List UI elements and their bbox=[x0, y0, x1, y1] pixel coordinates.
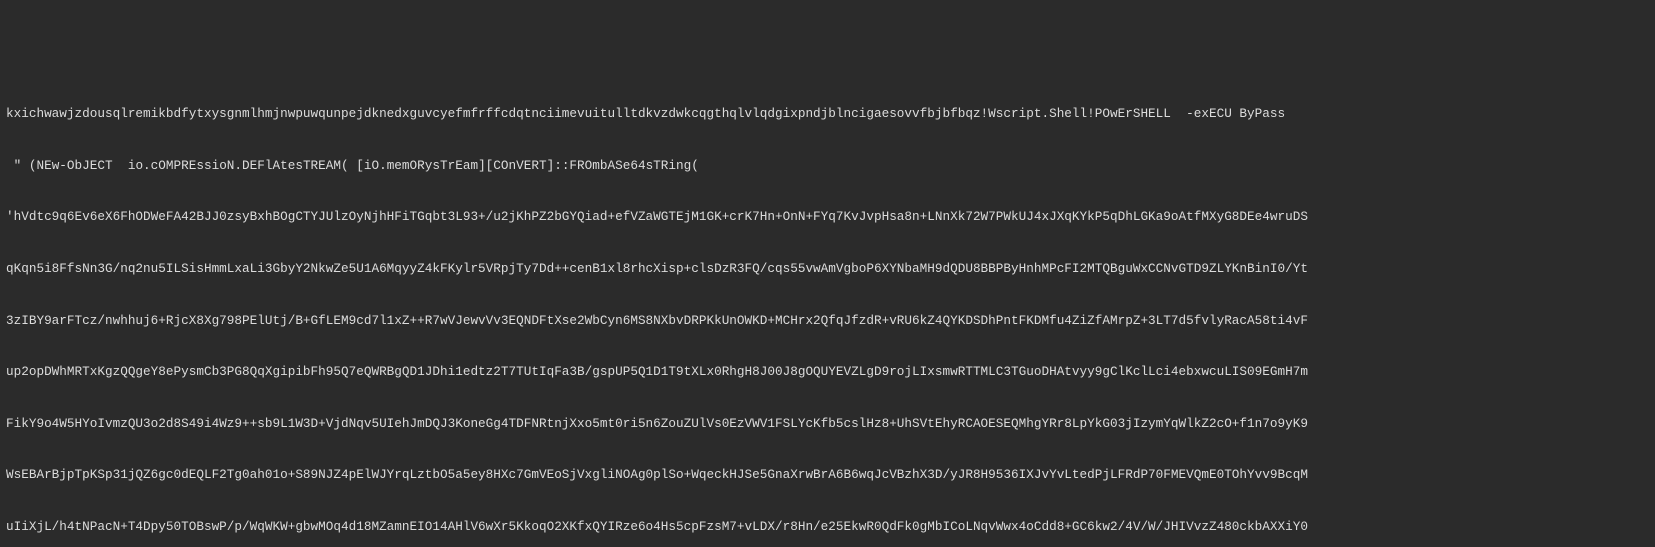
code-line: qKqn5i8FfsNn3G/nq2nu5ILSisHmmLxaLi3GbyY2… bbox=[6, 260, 1649, 277]
code-line: uIiXjL/h4tNPacN+T4Dpy50TOBswP/p/WqWKW+gb… bbox=[6, 518, 1649, 535]
code-line: kxichwawjzdousqlremikbdfytxysgnmlhmjnwpu… bbox=[6, 105, 1649, 122]
terminal-output: kxichwawjzdousqlremikbdfytxysgnmlhmjnwpu… bbox=[6, 71, 1649, 547]
code-line: 3zIBY9arFTcz/nwhhuj6+RjcX8Xg798PElUtj/B+… bbox=[6, 312, 1649, 329]
code-line: FikY9o4W5HYoIvmzQU3o2d8S49i4Wz9++sb9L1W3… bbox=[6, 415, 1649, 432]
code-line: " (NEw-ObJECT io.cOMPREssioN.DEFlAtesTRE… bbox=[6, 157, 1649, 174]
code-line: 'hVdtc9q6Ev6eX6FhODWeFA42BJJ0zsyBxhBOgCT… bbox=[6, 208, 1649, 225]
code-line: up2opDWhMRTxKgzQQgeY8ePysmCb3PG8QqXgipib… bbox=[6, 363, 1649, 380]
code-line: WsEBArBjpTpKSp31jQZ6gc0dEQLF2Tg0ah01o+S8… bbox=[6, 466, 1649, 483]
